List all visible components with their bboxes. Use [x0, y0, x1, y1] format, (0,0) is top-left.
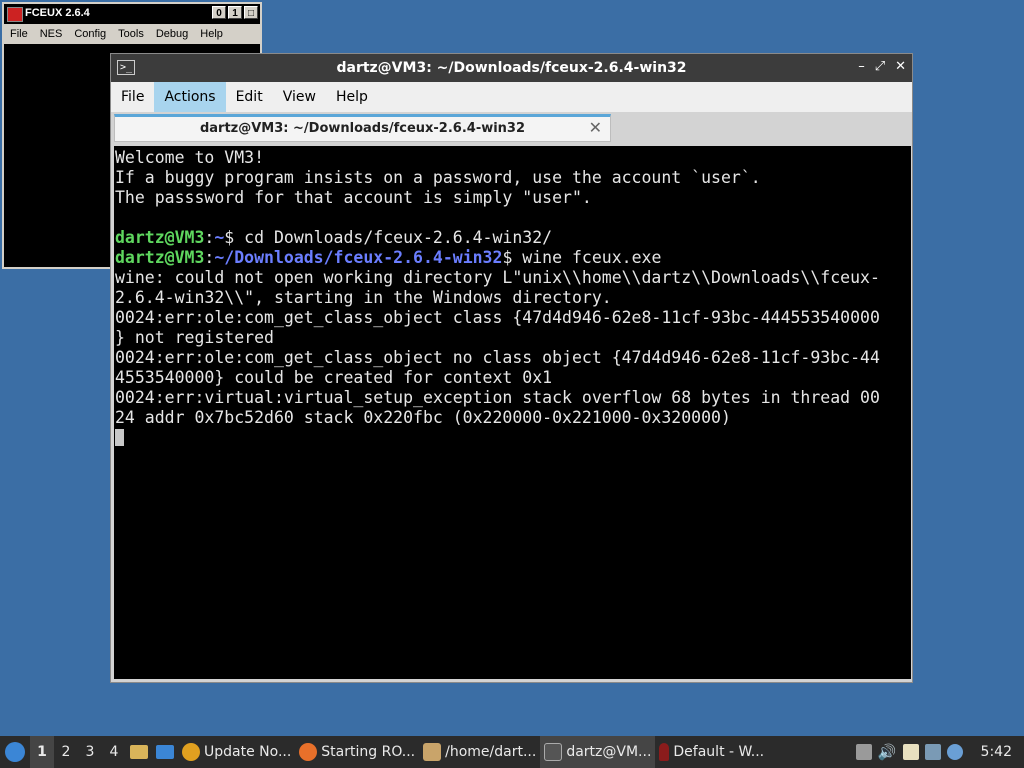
output-line: 0024:err:ole:com_get_class_object no cla… [115, 348, 880, 367]
fceux-restore-button[interactable]: □ [244, 6, 258, 19]
minimize-button[interactable]: – [858, 59, 865, 74]
terminal-window: >_ dartz@VM3: ~/Downloads/fceux-2.6.4-wi… [110, 53, 913, 683]
prompt-path: ~ [214, 228, 225, 247]
task-wine[interactable]: Default - W... [655, 736, 768, 768]
workspace-2[interactable]: 2 [54, 744, 78, 760]
output-line: The passsword for that account is simply… [115, 188, 592, 207]
terminal-tab[interactable]: dartz@VM3: ~/Downloads/fceux-2.6.4-win32… [114, 114, 611, 142]
network-icon[interactable] [924, 744, 941, 760]
output-line: If a buggy program insists on a password… [115, 168, 761, 187]
archive-icon [423, 743, 442, 761]
command-text: $ cd Downloads/fceux-2.6.4-win32/ [224, 228, 553, 247]
prompt-path: ~/Downloads/fceux-2.6.4-win32 [214, 248, 503, 267]
task-label: Update No... [204, 744, 292, 760]
output-line: Welcome to VM3! [115, 148, 265, 167]
fceux-title: FCEUX 2.6.4 [25, 7, 90, 19]
output-line: 0024:err:virtual:virtual_setup_exception… [115, 388, 880, 407]
workspace-1[interactable]: 1 [30, 736, 54, 768]
task-label: dartz@VM... [566, 744, 652, 760]
task-firefox[interactable]: Starting RO... [295, 736, 419, 768]
taskbar: 1 2 3 4 Update No... Starting RO... /hom… [0, 736, 1024, 768]
start-menu-icon [5, 742, 25, 762]
close-button[interactable]: ✕ [895, 59, 906, 74]
task-terminal[interactable]: dartz@VM... [540, 736, 656, 768]
terminal-menubar: File Actions Edit View Help [111, 82, 912, 112]
prompt-colon: : [204, 228, 215, 247]
prompt-user: dartz@VM3 [115, 248, 205, 267]
firefox-icon [299, 743, 318, 761]
terminal-title: dartz@VM3: ~/Downloads/fceux-2.6.4-win32 [336, 60, 687, 76]
fceux-minimize-button[interactable]: 0 [212, 6, 226, 19]
command-text: $ wine fceux.exe [502, 248, 662, 267]
fceux-menu-config[interactable]: Config [68, 28, 112, 40]
task-label: Default - W... [673, 744, 765, 760]
tab-title: dartz@VM3: ~/Downloads/fceux-2.6.4-win32 [199, 121, 526, 136]
task-update-notifier[interactable]: Update No... [178, 736, 295, 768]
tab-bar: dartz@VM3: ~/Downloads/fceux-2.6.4-win32… [111, 112, 912, 144]
system-tray: 🔊 5:42 [855, 743, 1024, 761]
tab-close-icon[interactable]: ✕ [589, 118, 602, 137]
update-icon [182, 743, 200, 761]
fceux-menu-nes[interactable]: NES [34, 28, 69, 40]
terminal-icon [544, 743, 563, 761]
prompt-user: dartz@VM3 [115, 228, 205, 247]
prompt-colon: : [204, 248, 215, 267]
menu-view[interactable]: View [273, 82, 326, 112]
terminal-titlebar[interactable]: >_ dartz@VM3: ~/Downloads/fceux-2.6.4-wi… [111, 54, 912, 82]
show-desktop-button[interactable] [152, 736, 178, 768]
text-cursor [115, 429, 124, 446]
fceux-menu-debug[interactable]: Debug [150, 28, 194, 40]
workspace-4[interactable]: 4 [102, 744, 126, 760]
clipboard-icon[interactable] [902, 744, 919, 760]
update-status-icon[interactable] [946, 744, 963, 760]
fceux-menu-file[interactable]: File [4, 28, 34, 40]
menu-edit[interactable]: Edit [226, 82, 273, 112]
fceux-menubar: File NES Config Tools Debug Help [4, 24, 260, 44]
fceux-menu-help[interactable]: Help [194, 28, 229, 40]
fceux-app-icon [7, 7, 23, 22]
fceux-menu-tools[interactable]: Tools [112, 28, 150, 40]
start-menu-button[interactable] [0, 736, 30, 768]
task-file-manager[interactable]: /home/dart... [419, 736, 540, 768]
menu-file[interactable]: File [111, 82, 154, 112]
output-line: 24 addr 0x7bc52d60 stack 0x220fbc (0x220… [115, 408, 731, 427]
maximize-button[interactable]: ⤢ [875, 59, 885, 74]
file-manager-launcher[interactable] [126, 736, 152, 768]
menu-help[interactable]: Help [326, 82, 378, 112]
output-line: 0024:err:ole:com_get_class_object class … [115, 308, 880, 327]
wine-glass-icon [659, 743, 670, 761]
output-line: 2.6.4-win32\\", starting in the Windows … [115, 288, 612, 307]
output-line: wine: could not open working directory L… [115, 268, 880, 287]
desktop-icon [156, 745, 174, 759]
output-line: } not registered [115, 328, 274, 347]
notification-icon[interactable] [855, 744, 872, 760]
workspace-3[interactable]: 3 [78, 744, 102, 760]
task-label: Starting RO... [321, 744, 416, 760]
clock[interactable]: 5:42 [981, 744, 1012, 760]
folder-icon [130, 745, 148, 759]
terminal-output[interactable]: Welcome to VM3! If a buggy program insis… [114, 146, 911, 679]
volume-icon[interactable]: 🔊 [878, 743, 897, 761]
fceux-maximize-button[interactable]: 1 [228, 6, 242, 19]
task-label: /home/dart... [445, 744, 537, 760]
menu-actions[interactable]: Actions [154, 82, 226, 112]
fceux-titlebar[interactable]: FCEUX 2.6.4 0 1 □ [4, 4, 260, 24]
output-line: 4553540000} could be created for context… [115, 368, 553, 387]
